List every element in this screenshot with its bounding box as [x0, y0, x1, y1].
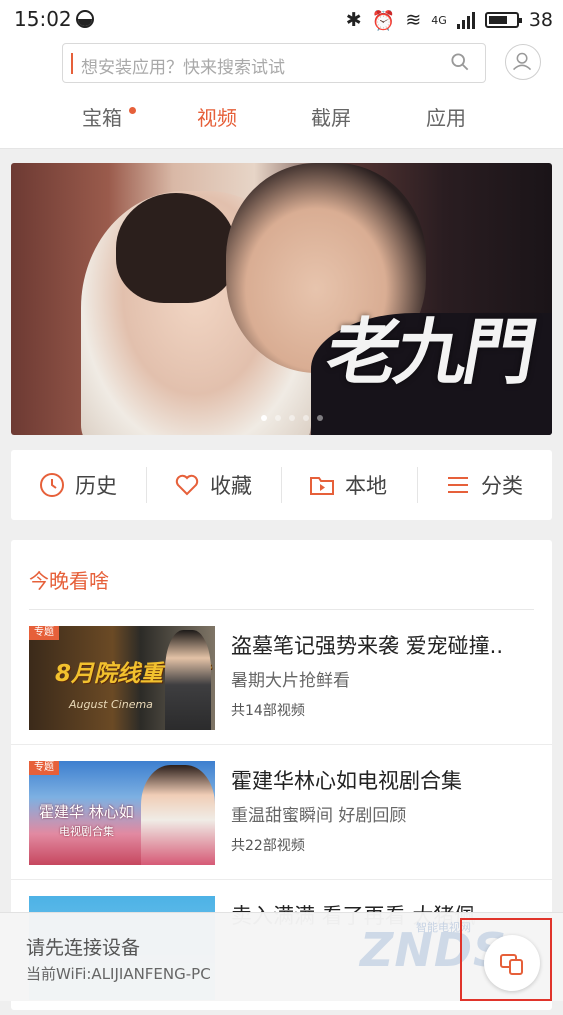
divider	[417, 467, 418, 503]
alarm-icon: ⏰	[371, 9, 396, 32]
banner-title: 老九門	[320, 309, 540, 394]
wifi-icon: ≋	[405, 9, 422, 31]
quick-category-label: 分类	[481, 474, 523, 498]
signal-icon	[456, 11, 475, 29]
network-type-label: 4G	[431, 13, 447, 27]
section-title: 今晚看啥	[29, 569, 109, 593]
quick-favorites-label: 收藏	[210, 474, 252, 498]
divider	[281, 467, 282, 503]
status-time: 15:02	[14, 7, 72, 31]
quick-actions: 历史 收藏 本地 分类	[11, 450, 552, 520]
status-icons: ✱ ⏰ ≋ 4G 38	[346, 7, 553, 33]
search-icon[interactable]	[451, 53, 469, 71]
battery-level: 38	[528, 9, 553, 31]
quick-local-button[interactable]: 本地	[309, 450, 387, 520]
user-avatar-button[interactable]	[505, 44, 541, 80]
tab-bar: 宝箱 视频 截屏 应用	[0, 102, 563, 136]
connect-prompt: 请先连接设备	[26, 937, 141, 959]
tab-apps[interactable]: 应用	[426, 102, 466, 131]
thumbnail-subline: 电视剧合集	[59, 825, 114, 838]
divider	[146, 467, 147, 503]
app-header: 想安装应用？快来搜索试试 宝箱 视频 截屏 应用	[0, 40, 563, 149]
tab-video[interactable]: 视频	[197, 102, 237, 131]
banner-pagination	[261, 415, 323, 421]
item-count: 共14部视频	[231, 703, 305, 719]
list-icon	[448, 477, 468, 493]
banner-dot	[261, 415, 267, 421]
status-bar: 15:02 ✱ ⏰ ≋ 4G 38	[0, 0, 563, 40]
quick-local-label: 本地	[345, 474, 387, 498]
data-saver-icon	[76, 10, 94, 28]
banner-image-hair	[116, 193, 236, 303]
item-subtitle: 重温甜蜜瞬间 好剧回顾	[231, 806, 407, 826]
banner-dot	[303, 415, 309, 421]
item-thumbnail: 专题 霍建华 林心如 电视剧合集	[29, 761, 215, 865]
folder-play-icon	[310, 477, 334, 495]
banner-dot	[317, 415, 323, 421]
cast-screen-button[interactable]	[484, 935, 540, 991]
user-icon	[513, 52, 532, 71]
quick-history-label: 历史	[75, 474, 117, 498]
thumbnail-people	[141, 765, 215, 865]
current-wifi-label: 当前WiFi:ALIJIANFENG-PC	[26, 965, 211, 983]
tab-screenshot[interactable]: 截屏	[311, 102, 351, 131]
thumbnail-subline: August Cinema	[69, 698, 153, 711]
cast-icon	[500, 954, 523, 975]
quick-favorites-button[interactable]: 收藏	[174, 450, 252, 520]
bluetooth-icon: ✱	[345, 9, 362, 31]
thumbnail-person	[165, 630, 211, 730]
list-item[interactable]: 专题 8月院线重磅戏 August Cinema 盗墓笔记强势来袭 爱宠碰撞..…	[11, 610, 552, 745]
banner-dot	[289, 415, 295, 421]
battery-icon	[484, 12, 522, 28]
item-subtitle: 暑期大片抢鲜看	[231, 671, 350, 691]
item-title: 霍建华林心如电视剧合集	[231, 769, 462, 793]
device-connect-bar[interactable]: 请先连接设备 当前WiFi:ALIJIANFENG-PC ZNDS 智能电视网	[0, 912, 563, 1001]
heart-icon	[175, 474, 199, 496]
thumbnail-headline: 霍建华 林心如	[39, 803, 134, 821]
quick-history-button[interactable]: 历史	[39, 450, 117, 520]
topic-tag: 专题	[29, 761, 59, 775]
search-input[interactable]: 想安装应用？快来搜索试试	[62, 43, 486, 83]
tab-treasure-badge	[129, 107, 136, 114]
topic-tag: 专题	[29, 626, 59, 640]
banner-dot	[275, 415, 281, 421]
clock-icon	[40, 473, 64, 497]
featured-banner[interactable]: 老九門	[11, 163, 552, 435]
item-thumbnail: 专题 8月院线重磅戏 August Cinema	[29, 626, 215, 730]
item-title: 盗墓笔记强势来袭 爱宠碰撞..	[231, 634, 504, 658]
search-cursor	[71, 53, 73, 74]
quick-category-button[interactable]: 分类	[445, 450, 523, 520]
list-item[interactable]: 专题 霍建华 林心如 电视剧合集 霍建华林心如电视剧合集 重温甜蜜瞬间 好剧回顾…	[11, 745, 552, 880]
item-count: 共22部视频	[231, 838, 305, 854]
tab-treasure[interactable]: 宝箱	[82, 102, 122, 131]
search-placeholder: 想安装应用？快来搜索试试	[81, 58, 285, 78]
